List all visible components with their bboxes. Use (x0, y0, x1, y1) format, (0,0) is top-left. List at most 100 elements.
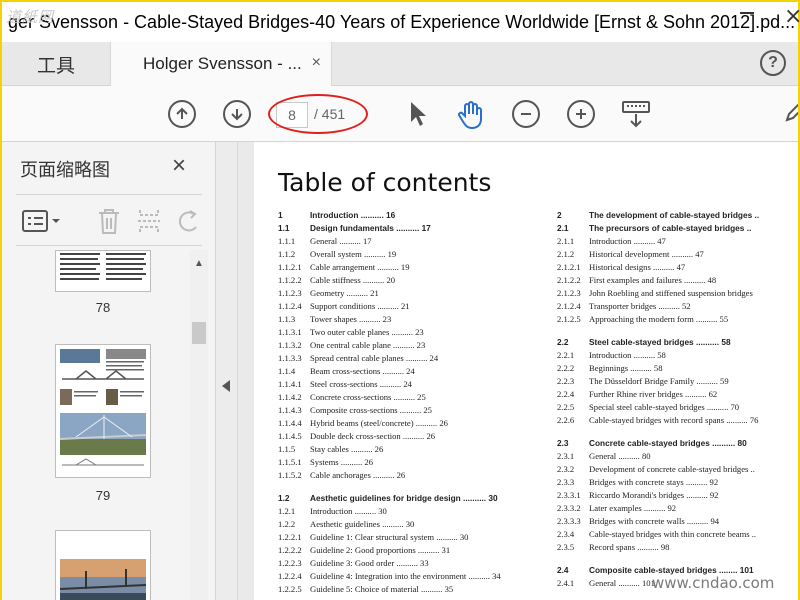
toc-entry[interactable]: 1.1.2.3 Geometry .......... 21 (278, 288, 528, 301)
toc-entry-number: 1.1.4 (278, 366, 296, 376)
panel-close-icon[interactable]: × (172, 152, 186, 180)
toc-entry-text: Introduction .......... 47 (589, 236, 666, 246)
toc-entry[interactable]: 2.3.2 Development of concrete cable-staye… (557, 464, 798, 477)
toc-entry[interactable]: 2.1.1 Introduction .......... 47 (557, 236, 798, 249)
delete-icon[interactable] (96, 207, 122, 240)
toc-entry[interactable]: 1.1.2.1 Cable arrangement .......... 19 (278, 262, 528, 275)
toc-entry[interactable]: 2.1.2.1 Historical designs .......... 47 (557, 262, 798, 275)
toc-entry[interactable]: 2.1.2.3 John Roebling and stiffened suspe… (557, 288, 798, 301)
window-close-icon[interactable]: × (784, 4, 800, 29)
toc-entry[interactable]: 2.3.3.2 Later examples .......... 92 (557, 503, 798, 516)
options-menu-icon[interactable] (22, 209, 62, 238)
toc-entry[interactable]: 2.3.3.1 Riccardo Morandi's bridges ......… (557, 490, 798, 503)
toc-entry[interactable]: 1.2 Aesthetic guidelines for bridge desig… (278, 493, 528, 506)
collapse-left-icon[interactable] (222, 380, 230, 392)
toc-entry[interactable]: 1.2.2 Aesthetic guidelines .......... 30 (278, 519, 528, 532)
toc-entry[interactable]: 1.2.2.1 Guideline 1: Clear structural sys… (278, 532, 528, 545)
toc-entry-text: Two outer cable planes .......... 23 (310, 327, 424, 337)
toc-entry[interactable]: 2.3.3.3 Bridges with concrete walls .....… (557, 516, 798, 529)
toc-entry[interactable]: 1.1.5.1 Systems .......... 26 (278, 457, 528, 470)
toc-entry[interactable]: 1.1.4.2 Concrete cross-sections .........… (278, 392, 528, 405)
toc-entry-text: Transporter bridges .......... 52 (589, 301, 691, 311)
toc-title: Table of contents (278, 168, 492, 197)
toc-entry-text: Spread central cable planes .......... 2… (310, 353, 439, 363)
toc-entry[interactable]: 2.3 Concrete cable-stayed bridges .......… (557, 438, 798, 451)
toc-entry-number: 2.3.4 (557, 529, 575, 539)
scrollbar-thumb[interactable] (192, 322, 206, 344)
toc-entry-number: 2.3.1 (557, 451, 575, 461)
toc-entry-text: Approaching the modern form .......... 5… (589, 314, 729, 324)
toc-entry[interactable]: 1.2.2.3 Guideline 3: Good order .........… (278, 558, 528, 571)
toc-entry[interactable]: 1.1.4.3 Composite cross-sections ........… (278, 405, 528, 418)
toc-entry-text: The Düsseldorf Bridge Family .......... … (589, 376, 729, 386)
toc-entry[interactable]: 1.1.3 Tower shapes .......... 23 (278, 314, 528, 327)
keyboard-icon[interactable] (620, 100, 652, 128)
toc-entry-number: 2.1.2.1 (557, 262, 581, 272)
toc-entry[interactable]: 2.3.5 Record spans .......... 98 (557, 542, 798, 555)
toc-entry[interactable]: 1.1 Design fundamentals .......... 17 (278, 223, 528, 236)
toc-entry[interactable]: 2.2.5 Special steel cable-stayed bridges … (557, 402, 798, 415)
tab-tools[interactable]: 工具 (2, 42, 110, 86)
toc-entry[interactable]: 1.2.1 Introduction .......... 30 (278, 506, 528, 519)
toc-entry[interactable]: 2.1.2.4 Transporter bridges .......... 52 (557, 301, 798, 314)
toc-entry[interactable]: 1.1.5.2 Cable anchorages .......... 26 (278, 470, 528, 483)
toc-entry[interactable]: 2 The development of cable-stayed bridges… (557, 210, 798, 223)
hand-tool-icon[interactable] (457, 100, 485, 130)
toc-entry[interactable]: 1.2.2.2 Guideline 2: Good proportions ...… (278, 545, 528, 558)
toc-entry[interactable]: 2.2.4 Further Rhine river bridges .......… (557, 389, 798, 402)
toc-entry[interactable]: 1 Introduction .......... 16 (278, 210, 528, 223)
thumbnail-label-79: 79 (95, 488, 111, 503)
edit-pen-icon[interactable] (784, 100, 798, 128)
toc-entry[interactable]: 1.2.2.5 Guideline 5: Choice of material .… (278, 584, 528, 597)
toc-entry[interactable]: 1.1.3.2 One central cable plane .........… (278, 340, 528, 353)
toc-entry[interactable]: 2.1.2.5 Approaching the modern form .....… (557, 314, 798, 327)
toc-entry-number: 2.1.1 (557, 236, 575, 246)
thumbnail-page-80[interactable] (55, 530, 151, 600)
toc-entry-number: 1.1.4.2 (278, 392, 302, 402)
toc-entry[interactable]: 1.1.1 General .......... 17 (278, 236, 528, 249)
thumbnail-page-79[interactable] (55, 344, 151, 478)
toc-entry[interactable]: 1.1.4.4 Hybrid beams (steel/concrete) ...… (278, 418, 528, 431)
scroll-up-icon[interactable]: ▲ (194, 258, 204, 269)
toc-entry[interactable]: 1.1.2.4 Support conditions .......... 21 (278, 301, 528, 314)
toc-entry[interactable]: 1.1.2.2 Cable stiffness .......... 20 (278, 275, 528, 288)
rotate-icon[interactable] (176, 207, 202, 240)
toc-entry[interactable]: 1.1.4.5 Double deck cross-section .......… (278, 431, 528, 444)
toc-entry[interactable]: 1.1.3.1 Two outer cable planes ..........… (278, 327, 528, 340)
thumbnail-page-78[interactable] (55, 250, 151, 292)
tab-close-icon[interactable]: × (312, 54, 321, 72)
toc-entry[interactable]: 2.1.2.2 First examples and failures .....… (557, 275, 798, 288)
thumbnail-scrollbar[interactable]: ▲ (190, 250, 208, 600)
toc-spacer (557, 555, 798, 565)
toc-entry[interactable]: 2.2.2 Beginnings .......... 58 (557, 363, 798, 376)
zoom-out-icon[interactable] (512, 100, 540, 128)
toc-entry[interactable]: 2.2.6 Cable-stayed bridges with record sp… (557, 415, 798, 428)
toc-entry[interactable]: 1.1.2 Overall system .......... 19 (278, 249, 528, 262)
help-icon[interactable]: ? (760, 50, 786, 76)
select-pointer-icon[interactable] (406, 100, 434, 128)
toc-entry[interactable]: 1.1.3.3 Spread central cable planes .....… (278, 353, 528, 366)
toc-entry[interactable]: 2.3.1 General .......... 80 (557, 451, 798, 464)
toc-entry[interactable]: 2.1 The precursors of cable-stayed bridge… (557, 223, 798, 236)
tab-document[interactable]: Holger Svensson - ... × (110, 42, 332, 86)
toc-entry[interactable]: 1.1.4 Beam cross-sections .......... 24 (278, 366, 528, 379)
toc-left-column: 1 Introduction .......... 16 1.1 Design fun… (278, 210, 528, 597)
next-page-icon[interactable] (223, 100, 251, 128)
toc-entry-number: 2.3.5 (557, 542, 575, 552)
minimize-icon[interactable] (740, 12, 754, 14)
toc-entry[interactable]: 2.2 Steel cable-stayed bridges ..........… (557, 337, 798, 350)
toc-entry[interactable]: 1.1.4.1 Steel cross-sections .......... 2… (278, 379, 528, 392)
toc-entry[interactable]: 2.2.1 Introduction .......... 58 (557, 350, 798, 363)
prev-page-icon[interactable] (168, 100, 196, 128)
toc-entry[interactable]: 2.3.4 Cable-stayed bridges with thin conc… (557, 529, 798, 542)
toc-entry[interactable]: 2.1.2 Historical development .......... 4… (557, 249, 798, 262)
toc-entry-text: Beginnings .......... 58 (589, 363, 663, 373)
extract-pages-icon[interactable] (136, 207, 162, 240)
toc-entry[interactable]: 1.1.5 Stay cables .......... 26 (278, 444, 528, 457)
toc-entry[interactable]: 1.2.2.4 Guideline 4: Integration into the… (278, 571, 528, 584)
zoom-in-icon[interactable] (567, 100, 595, 128)
toc-entry-text: Introduction .......... 16 (310, 210, 396, 220)
toc-entry[interactable]: 2.3.3 Bridges with concrete stays .......… (557, 477, 798, 490)
toc-entry[interactable]: 2.2.3 The Düsseldorf Bridge Family ......… (557, 376, 798, 389)
panel-collapse-strip[interactable] (216, 142, 238, 600)
